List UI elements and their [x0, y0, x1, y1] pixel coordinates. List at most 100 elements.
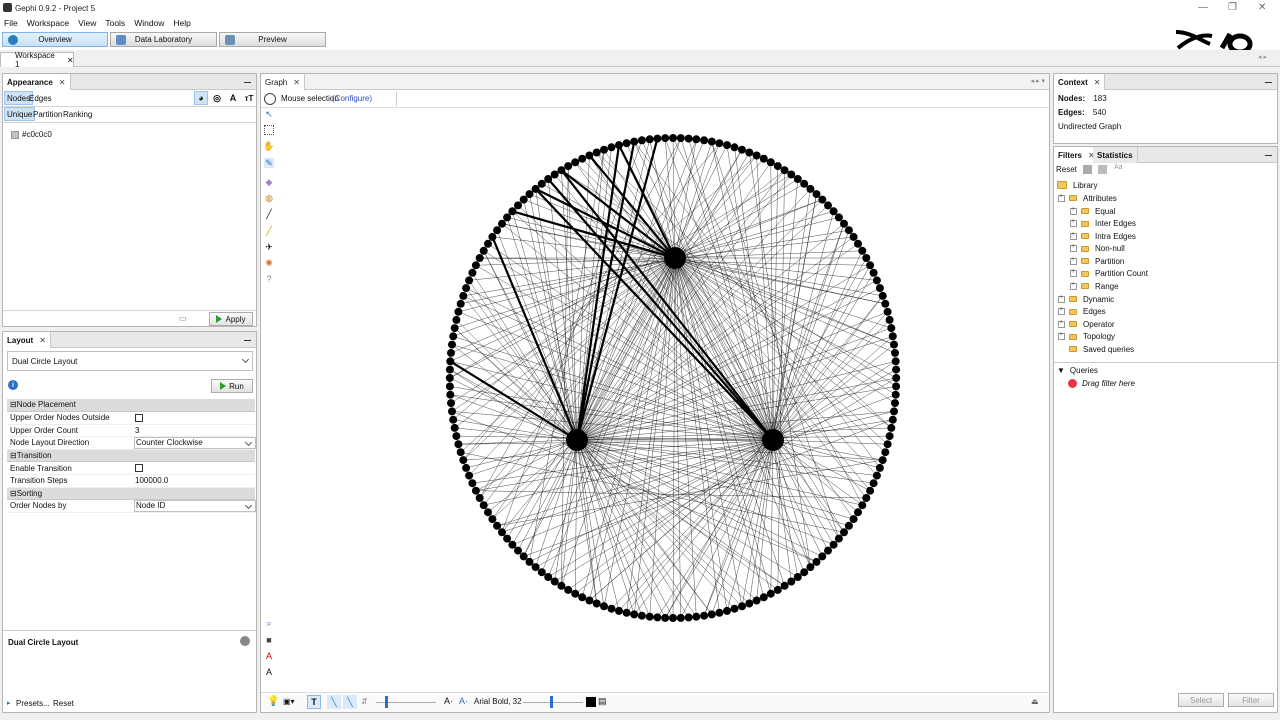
reset-layout-button[interactable]: Reset — [53, 699, 74, 708]
screenshot-icon[interactable]: ▣▾ — [283, 697, 295, 706]
tree-equal[interactable]: Equal — [1070, 205, 1115, 217]
graph-tab[interactable]: Graph ✕ — [261, 74, 305, 90]
statistics-tab[interactable]: Statistics — [1093, 147, 1138, 163]
light-bulb-icon[interactable]: 💡 — [267, 696, 279, 707]
font-label[interactable]: Arial Bold, 32 — [474, 697, 522, 706]
minimize-appearance-icon[interactable] — [244, 77, 251, 85]
node-placement-section[interactable]: ⊟Node Placement — [7, 399, 255, 412]
heat-map-icon[interactable]: ✺ — [264, 258, 274, 268]
upper-count-field[interactable]: 3 — [134, 424, 256, 436]
close-appearance-icon[interactable]: ✕ — [59, 78, 66, 87]
tree-saved-queries[interactable]: Saved queries — [1069, 343, 1134, 355]
tree-library[interactable]: Library — [1057, 179, 1097, 191]
filters-reset-button[interactable]: Reset — [1056, 165, 1077, 174]
minimize-filters-icon[interactable] — [1265, 150, 1272, 158]
tree-intra-edges[interactable]: Intra Edges — [1070, 230, 1136, 242]
graph-nav-icon[interactable]: ◂ ▸ ▾ — [1031, 77, 1045, 85]
maximize-icon[interactable]: ❐ — [1228, 2, 1237, 13]
queries-root[interactable]: ▼ Queries — [1057, 364, 1098, 376]
enable-transition-checkbox[interactable] — [135, 464, 143, 473]
label-size-slider[interactable] — [523, 702, 583, 703]
menu-workspace[interactable]: Workspace — [27, 18, 69, 28]
edges-subtab[interactable]: Edges — [27, 91, 54, 105]
brush-tool-icon[interactable]: ╱ — [264, 209, 274, 219]
overview-button[interactable]: Overview — [2, 32, 108, 47]
show-labels-icon[interactable]: T — [307, 695, 321, 709]
text-size-icon[interactable]: A — [264, 667, 274, 677]
tree-operator[interactable]: Operator — [1058, 318, 1115, 330]
close-graph-icon[interactable]: ✕ — [293, 78, 300, 87]
rectangle-select-icon[interactable] — [264, 125, 274, 135]
color-palette-icon[interactable]: ◕ — [194, 91, 208, 105]
label-size-icon[interactable]: тT — [242, 91, 256, 105]
pencil-tool-icon[interactable]: ✎ — [264, 158, 274, 168]
select-button[interactable]: Select — [1178, 693, 1224, 707]
background-color-icon[interactable]: ■ — [264, 635, 274, 645]
tree-topology[interactable]: Topology — [1058, 331, 1115, 343]
tree-partition-count[interactable]: Partition Count — [1070, 268, 1148, 280]
order-nodes-select[interactable]: Node ID — [134, 499, 256, 512]
minimize-icon[interactable]: — — [1198, 2, 1208, 13]
auto-apply-icon[interactable]: ▭ — [179, 314, 187, 323]
workspace-tab[interactable]: Workspace 1 ✕ — [0, 51, 74, 69]
help-tool-icon[interactable]: ? — [264, 274, 274, 284]
close-workspace-icon[interactable]: ✕ — [67, 56, 74, 65]
text-color-icon[interactable]: A — [264, 651, 274, 661]
shortest-path-icon[interactable]: ✈ — [264, 242, 274, 252]
edge-thickness-thumb[interactable] — [385, 696, 388, 708]
direction-select[interactable]: Counter Clockwise — [134, 436, 256, 449]
preview-button[interactable]: Preview — [219, 32, 326, 47]
tree-partition[interactable]: Partition — [1070, 255, 1124, 267]
tab-nav-icon[interactable]: ◂ ▸ — [1258, 53, 1267, 61]
tree-dynamic[interactable]: Dynamic — [1058, 293, 1114, 305]
upper-outside-checkbox[interactable] — [135, 413, 143, 422]
close-context-icon[interactable]: ✕ — [1094, 78, 1101, 87]
edge-pencil-icon[interactable]: ╱ — [264, 226, 274, 236]
configure-link[interactable]: (Configure) — [332, 94, 372, 103]
tree-non-null[interactable]: Non-null — [1070, 243, 1125, 255]
menu-window[interactable]: Window — [134, 18, 164, 28]
drag-tool-icon[interactable]: ✋ — [263, 141, 274, 151]
color-swatch[interactable] — [11, 130, 19, 139]
apply-button[interactable]: Apply — [209, 312, 253, 326]
appearance-tab[interactable]: Appearance ✕ — [3, 74, 71, 90]
transition-steps-field[interactable]: 100000.0 — [134, 475, 256, 487]
menu-view[interactable]: View — [78, 18, 96, 28]
close-icon[interactable]: ✕ — [1258, 2, 1266, 13]
presets-button[interactable]: Presets... — [16, 699, 50, 708]
minimize-context-icon[interactable] — [1265, 77, 1272, 85]
tree-edges[interactable]: Edges — [1058, 306, 1106, 318]
save-filter-icon[interactable] — [1083, 165, 1092, 174]
label-color-swatch[interactable] — [586, 697, 596, 707]
sorting-section[interactable]: ⊟Sorting — [7, 487, 255, 501]
font-size-down-icon[interactable]: A· — [444, 696, 453, 706]
menu-file[interactable]: File — [4, 18, 18, 28]
drag-filter-dropzone[interactable]: Drag filter here — [1068, 377, 1135, 389]
size-icon[interactable]: ◎ — [210, 91, 224, 105]
menu-tools[interactable]: Tools — [105, 18, 125, 28]
diamond-tool-icon[interactable]: ◆ — [264, 177, 274, 187]
zoom-icon[interactable]: ⌕ — [264, 618, 274, 628]
graph-canvas[interactable] — [421, 118, 926, 638]
filter-button[interactable]: Filter — [1228, 693, 1274, 707]
edge-icon[interactable]: ╲ — [327, 695, 341, 709]
transition-section[interactable]: ⊟Transition — [7, 449, 255, 463]
label-settings-icon[interactable]: ▤ — [598, 696, 607, 707]
font-icon[interactable]: A· — [459, 696, 468, 706]
partition-tab[interactable]: Partition — [31, 107, 64, 121]
edge-color-icon[interactable]: ╲ — [343, 695, 357, 709]
export-filter-icon[interactable] — [1098, 165, 1107, 174]
ranking-tab[interactable]: Ranking — [61, 107, 94, 121]
tree-inter-edges[interactable]: Inter Edges — [1070, 218, 1136, 230]
paint-tool-icon[interactable]: ◍ — [264, 193, 274, 203]
label-color-icon[interactable]: A — [226, 91, 240, 105]
tree-range[interactable]: Range — [1070, 280, 1119, 292]
edge-weight-icon[interactable]: ⇵ — [361, 697, 368, 706]
select-tool-icon[interactable]: ↖ — [264, 109, 274, 119]
auto-refresh-icon[interactable]: Aa — [1114, 164, 1123, 171]
context-tab[interactable]: Context ✕ — [1054, 74, 1106, 90]
expand-icon[interactable]: ⏏ — [1031, 697, 1039, 706]
menu-help[interactable]: Help — [173, 18, 190, 28]
unique-color-picker[interactable]: #c0c0c0 — [11, 130, 52, 139]
data-laboratory-button[interactable]: Data Laboratory — [110, 32, 217, 47]
